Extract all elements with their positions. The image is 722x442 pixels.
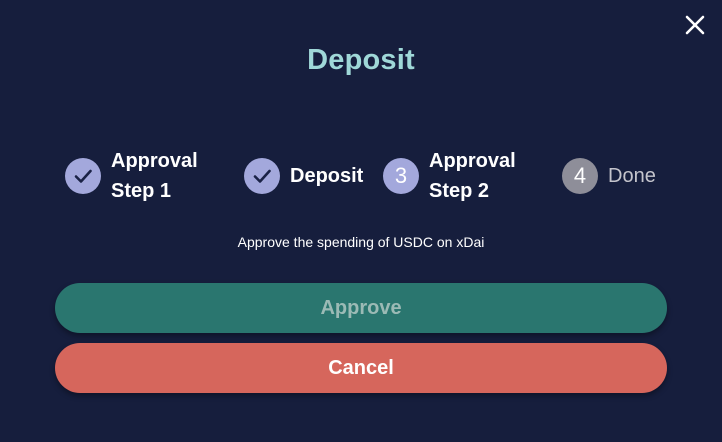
close-icon[interactable] — [682, 12, 708, 38]
step-approval-2: 3 Approval Step 2 — [383, 146, 516, 206]
step-done: 4 Done — [562, 146, 656, 206]
step-1-label-line1: Approval — [111, 150, 198, 172]
status-message: Approve the spending of USDC on xDai — [237, 234, 485, 250]
step-2-indicator — [244, 158, 280, 194]
modal-title: Deposit — [307, 44, 415, 76]
approve-button[interactable]: Approve — [55, 283, 667, 333]
cancel-button[interactable]: Cancel — [55, 343, 667, 393]
deposit-modal: Deposit Approval Step 1 Deposit 3 Approv… — [0, 0, 722, 442]
step-1-label-line2: Step 1 — [111, 180, 172, 202]
check-icon — [253, 169, 271, 183]
step-3-indicator: 3 — [383, 158, 419, 194]
step-3-label-line1: Approval — [429, 150, 516, 172]
step-1-label: Approval Step 1 — [111, 146, 198, 206]
step-approval-1: Approval Step 1 — [65, 146, 198, 206]
step-4-label: Done — [608, 165, 656, 187]
check-icon — [74, 169, 92, 183]
step-2-label: Deposit — [290, 165, 364, 187]
step-3-label-line2: Step 2 — [429, 180, 490, 202]
step-deposit: Deposit — [244, 146, 363, 206]
stepper: Approval Step 1 Deposit 3 Approval Step … — [0, 146, 722, 206]
step-1-indicator — [65, 158, 101, 194]
step-4-indicator: 4 — [562, 158, 598, 194]
step-3-label: Approval Step 2 — [429, 146, 516, 206]
close-button[interactable] — [682, 12, 708, 38]
